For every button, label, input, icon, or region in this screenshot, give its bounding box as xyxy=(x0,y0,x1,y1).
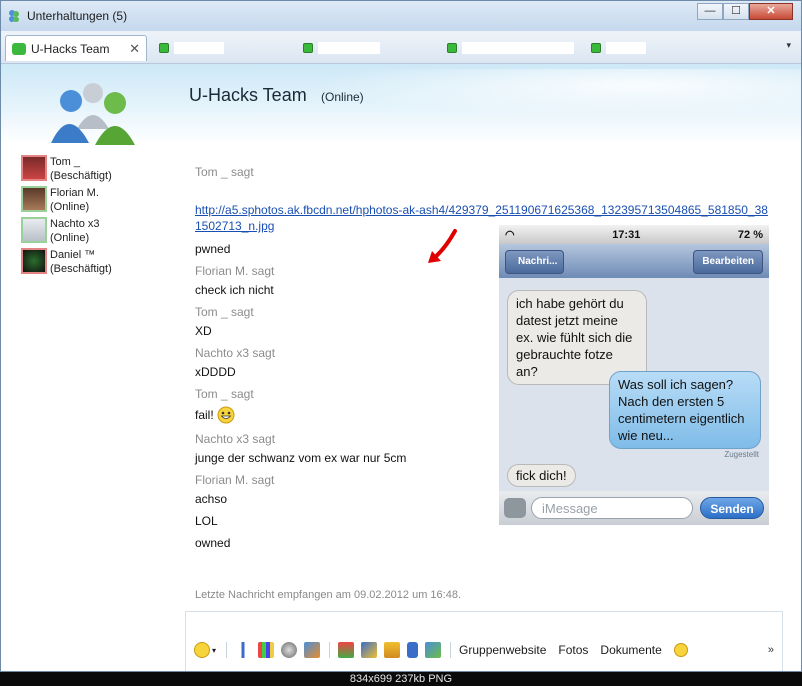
photos-link[interactable]: Fotos xyxy=(558,643,588,657)
title-bar: Unterhaltungen (5) — ☐ ✕ xyxy=(1,1,801,31)
phone-back-button: Nachri... xyxy=(505,250,565,274)
online-status-icon xyxy=(447,43,457,53)
red-arrow-annotation-icon xyxy=(428,229,457,263)
participant-avatar xyxy=(21,186,47,212)
wifi-icon: ◠ xyxy=(505,229,515,241)
participant-avatar xyxy=(21,217,47,243)
invite-contact-icon[interactable] xyxy=(425,642,442,658)
participant-item[interactable]: Florian M. (Online) xyxy=(21,186,181,217)
phone-nav-bar: Nachri... Bearbeiten xyxy=(499,244,769,278)
online-status-icon xyxy=(159,43,169,53)
online-status-icon xyxy=(303,43,313,53)
send-files-icon[interactable] xyxy=(384,642,401,658)
grin-emoticon-icon xyxy=(217,406,235,424)
phone-edit-button: Bearbeiten xyxy=(693,250,763,274)
mobile-icon[interactable] xyxy=(407,642,419,658)
emoticon-picker-icon[interactable] xyxy=(194,642,210,658)
phone-send-button: Senden xyxy=(700,497,764,519)
redacted-name xyxy=(462,42,574,54)
embedded-phone-screenshot: ◠ 17:31 72 % Nachri... Bearbeiten ich ha… xyxy=(499,225,769,525)
participant-name: Florian M. xyxy=(50,187,99,199)
documents-link[interactable]: Dokumente xyxy=(600,643,661,657)
participant-status: (Online) xyxy=(50,201,90,213)
participant-avatar xyxy=(21,155,47,181)
participant-status: (Beschäftigt) xyxy=(50,263,112,275)
participant-name: Nachto x3 xyxy=(50,218,100,230)
phone-chat-body: ich habe gehört du datest jetzt meine ex… xyxy=(499,278,769,491)
phone-compose-bar: iMessage Senden xyxy=(499,491,769,525)
conversation-status: (Online) xyxy=(321,90,364,104)
wink-smiley-icon[interactable] xyxy=(673,643,688,657)
input-toolbar: ▾ Gruppenwebsite Fotos Dokumente xyxy=(194,642,695,658)
group-avatar-icon xyxy=(51,83,135,145)
delivered-label: Zugestellt xyxy=(724,450,759,459)
messenger-window: Unterhaltungen (5) — ☐ ✕ U-Hacks Team ✕ … xyxy=(0,0,802,672)
toolbar-divider xyxy=(450,642,452,658)
participant-list: Tom _ (Beschäftigt) Florian M. (Online) Na… xyxy=(21,155,181,279)
window-title: Unterhaltungen (5) xyxy=(27,9,128,23)
tab-overflow-chevron-icon[interactable]: ▾ xyxy=(786,40,791,51)
activities-icon[interactable] xyxy=(361,642,378,658)
image-info-bar: 834x699 237kb PNG xyxy=(0,672,802,686)
background-grid-icon[interactable] xyxy=(258,642,275,658)
close-window-button[interactable]: ✕ xyxy=(749,3,793,20)
phone-battery: 72 % xyxy=(737,228,763,241)
toolbar-divider xyxy=(329,642,331,658)
message-text: fail! xyxy=(195,408,214,422)
tab-bar: U-Hacks Team ✕ ▾ xyxy=(1,31,801,64)
participant-item[interactable]: Tom _ (Beschäftigt) xyxy=(21,155,181,186)
font-pen-icon[interactable] xyxy=(235,642,252,658)
participant-name: Tom _ xyxy=(50,156,80,168)
outgoing-bubble: Was soll ich sagen? Nach den ersten 5 ce… xyxy=(609,371,761,449)
incoming-bubble: fick dich! xyxy=(507,464,576,487)
message-input-area[interactable]: ▾ Gruppenwebsite Fotos Dokumente » xyxy=(185,611,783,671)
redacted-name xyxy=(606,42,646,54)
participant-item[interactable]: Nachto x3 (Online) xyxy=(21,217,181,248)
tab-conversation-2[interactable] xyxy=(159,35,224,61)
participant-status: (Online) xyxy=(50,232,90,244)
participant-avatar xyxy=(21,248,47,274)
tab-conversation-3[interactable] xyxy=(303,35,380,61)
tab-contact-icon xyxy=(12,42,26,55)
minimize-button[interactable]: — xyxy=(697,3,723,20)
phone-status-bar: ◠ 17:31 72 % xyxy=(499,225,769,244)
tab-conversation-5[interactable] xyxy=(591,35,646,61)
message-text: owned xyxy=(195,536,231,550)
tab-label: U-Hacks Team xyxy=(31,41,110,56)
maximize-button[interactable]: ☐ xyxy=(723,3,749,20)
camera-icon xyxy=(504,498,526,518)
phone-message-input: iMessage xyxy=(531,497,693,519)
toolbar-more-icon[interactable]: » xyxy=(768,644,774,656)
games-icon[interactable] xyxy=(338,642,355,658)
conversation-title: U-Hacks Team xyxy=(189,85,307,105)
redacted-name xyxy=(318,42,380,54)
group-website-link[interactable]: Gruppenwebsite xyxy=(459,643,546,657)
toolbar-divider xyxy=(226,642,228,658)
online-status-icon xyxy=(591,43,601,53)
tab-u-hacks-team[interactable]: U-Hacks Team ✕ xyxy=(5,35,147,61)
participant-status: (Beschäftigt) xyxy=(50,170,112,182)
participant-item[interactable]: Daniel ™ (Beschäftigt) xyxy=(21,248,181,279)
participant-name: Daniel ™ xyxy=(50,249,96,261)
window-controls: — ☐ ✕ xyxy=(697,3,793,20)
phone-time: 17:31 xyxy=(612,228,641,241)
messenger-app-icon xyxy=(9,10,19,22)
tab-conversation-4[interactable] xyxy=(447,35,574,61)
nudge-icon[interactable] xyxy=(304,642,321,658)
chevron-down-icon[interactable]: ▾ xyxy=(212,646,216,655)
tab-close-icon[interactable]: ✕ xyxy=(129,41,140,57)
redacted-name xyxy=(174,42,224,54)
last-message-note: Letzte Nachricht empfangen am 09.02.2012… xyxy=(195,589,462,601)
message-sender: Tom _ sagt xyxy=(195,165,254,179)
wink-icon[interactable] xyxy=(281,642,298,658)
